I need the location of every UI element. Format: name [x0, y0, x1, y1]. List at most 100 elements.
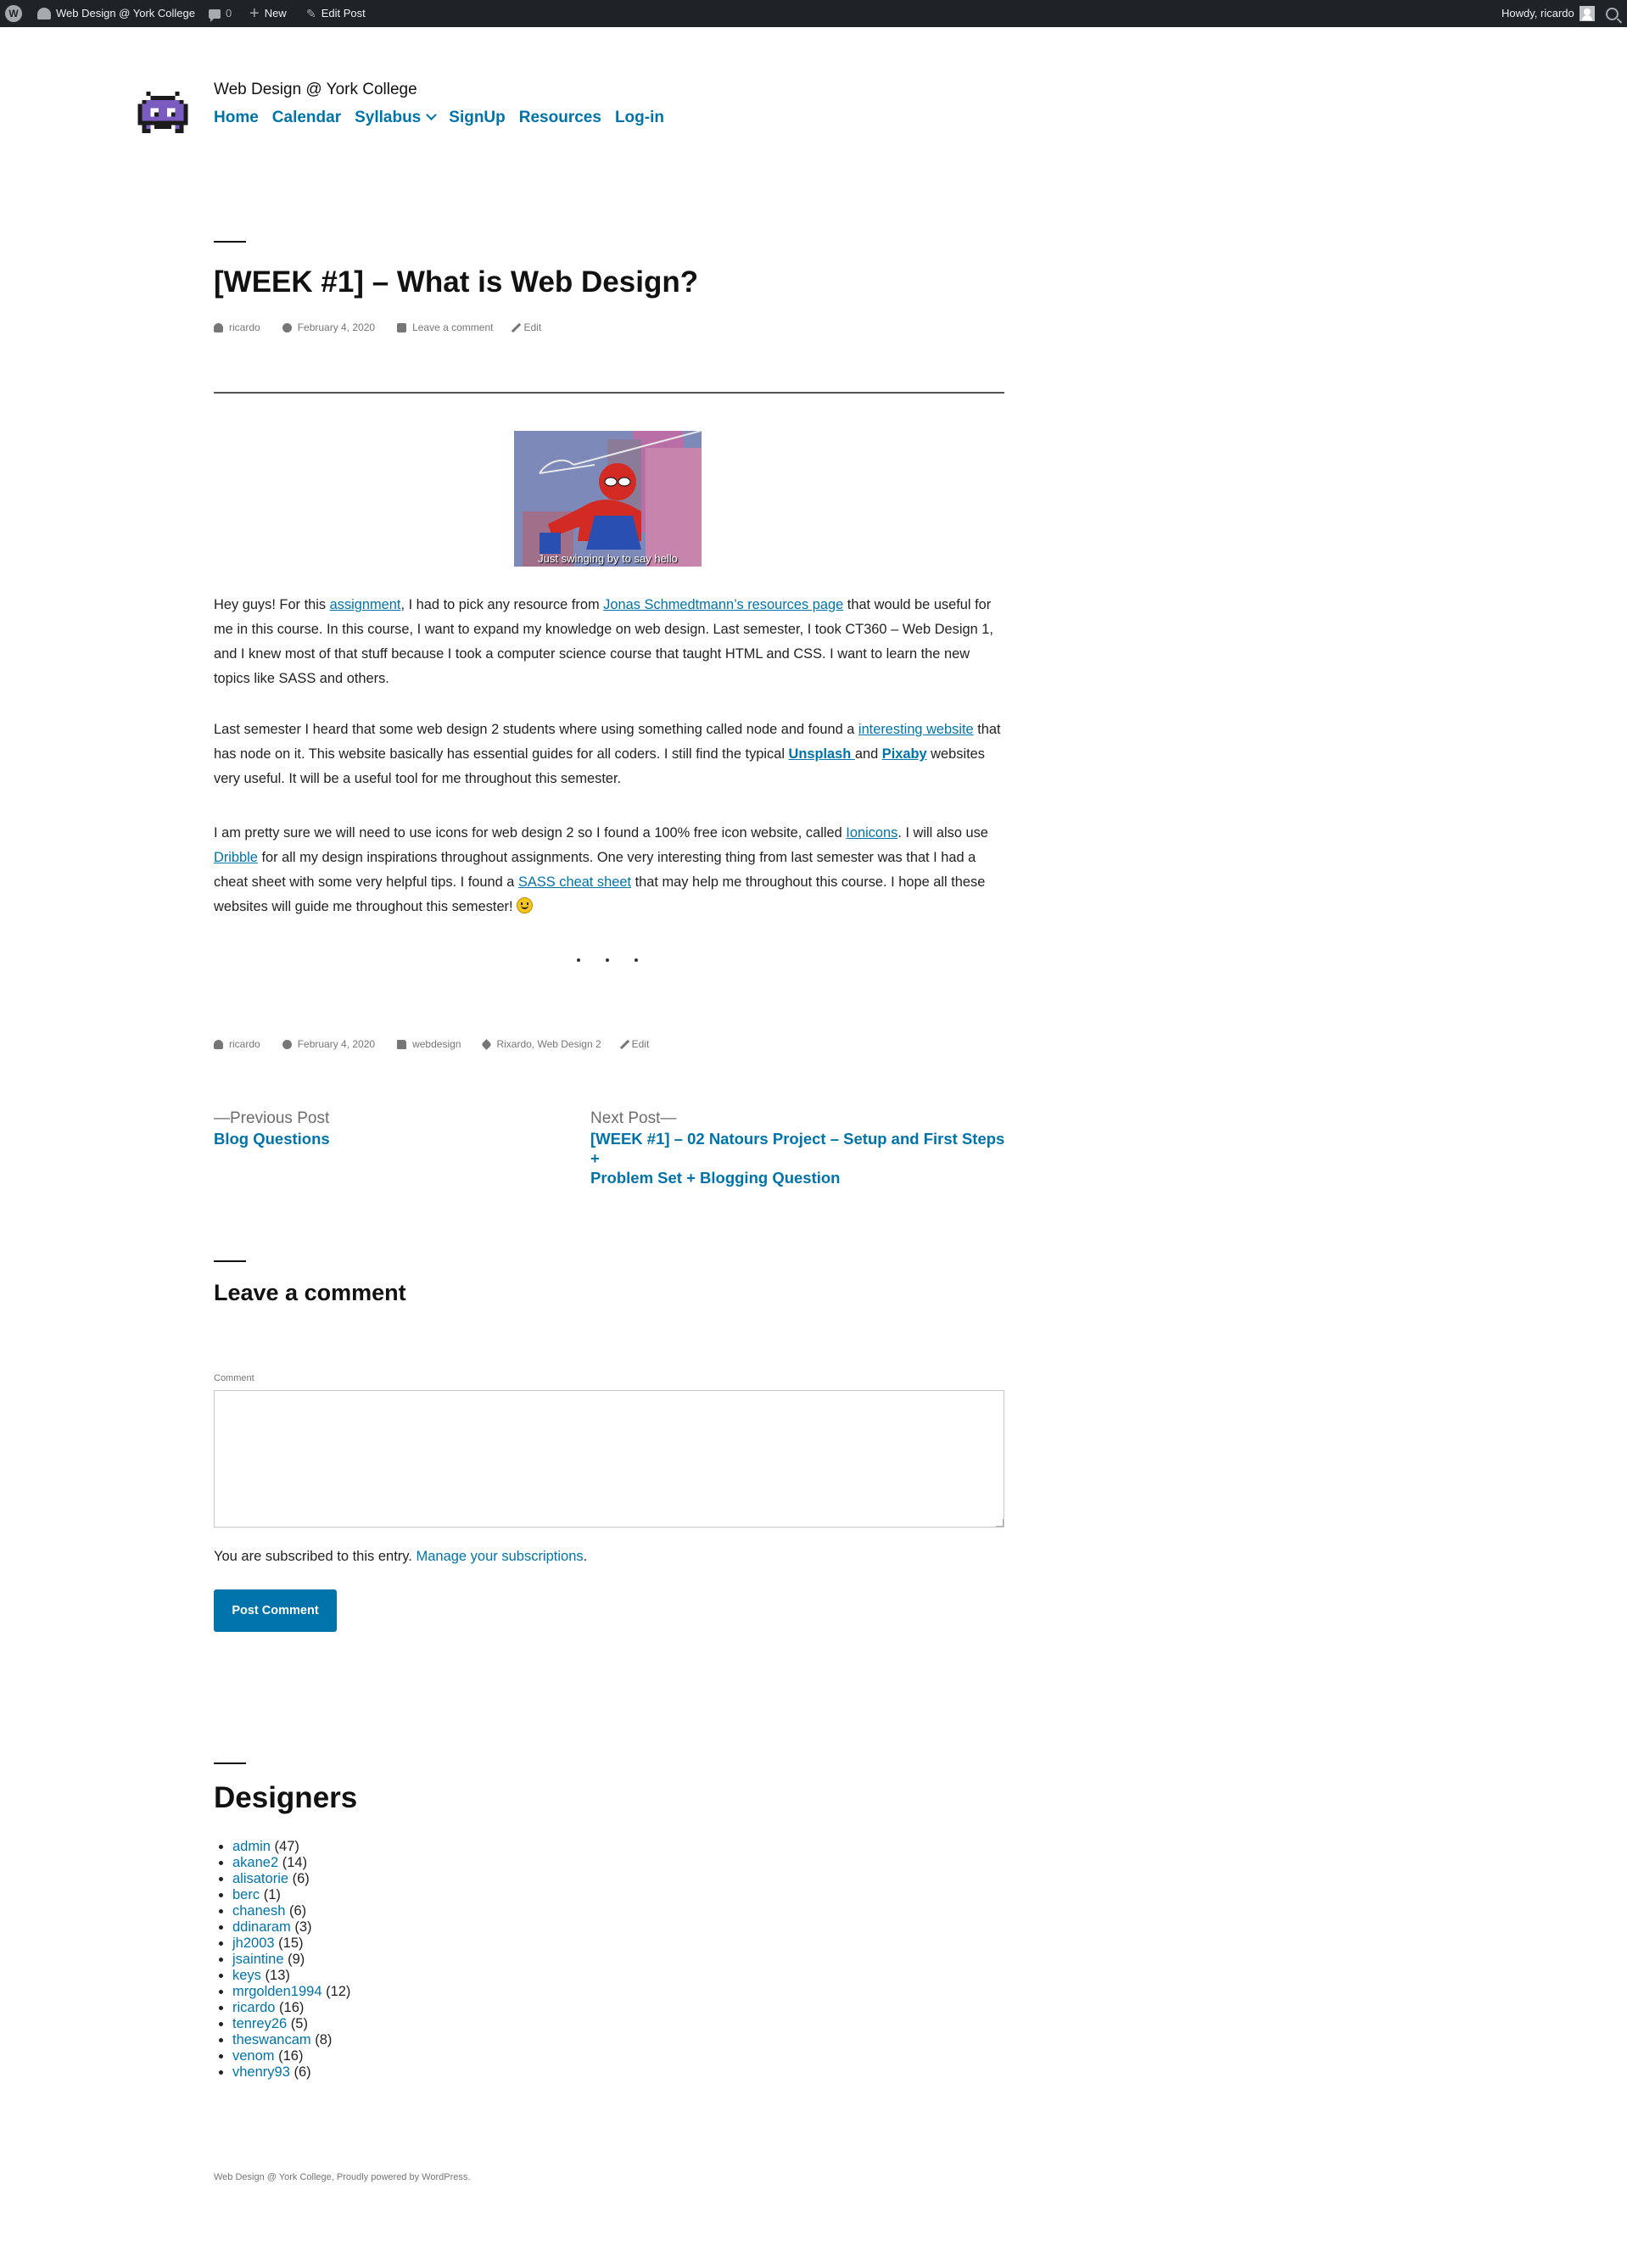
- primary-nav: Home Calendar Syllabus SignUp Resources …: [214, 109, 664, 127]
- designer-link[interactable]: ricardo: [232, 2000, 275, 2015]
- previous-post-label: —Previous Post: [214, 1109, 330, 1127]
- designer-link[interactable]: mrgolden1994: [232, 1984, 322, 1999]
- resize-handle-icon[interactable]: [996, 1519, 1004, 1527]
- designer-count: (15): [274, 1936, 304, 1951]
- previous-post-link[interactable]: Blog Questions: [214, 1129, 330, 1148]
- admin-bar-site-link[interactable]: Web Design @ York College: [37, 0, 195, 27]
- post-meta-top: ricardo February 4, 2020 Leave a comment…: [214, 321, 563, 333]
- designer-link[interactable]: berc: [232, 1887, 260, 1902]
- designer-link[interactable]: admin: [232, 1839, 271, 1854]
- designer-link[interactable]: tenrey26: [232, 2016, 287, 2031]
- admin-bar-new[interactable]: + New: [249, 0, 287, 27]
- pixaby-link[interactable]: Pixaby: [882, 746, 927, 762]
- list-item: admin (47): [232, 1839, 350, 1855]
- designers-list: admin (47) akane2 (14) alisatorie (6) be…: [214, 1839, 350, 2081]
- designer-link[interactable]: alisatorie: [232, 1871, 288, 1886]
- designer-count: (12): [321, 1984, 351, 1999]
- next-post-title-2: Problem Set + Blogging Question: [590, 1169, 841, 1187]
- admin-bar-search[interactable]: [1606, 0, 1619, 27]
- list-item: berc (1): [232, 1887, 350, 1903]
- list-item: jh2003 (15): [232, 1936, 350, 1952]
- designer-count: (14): [278, 1855, 308, 1870]
- site-footer: Web Design @ York College, Proudly power…: [214, 2172, 471, 2182]
- post-date-link[interactable]: February 4, 2020: [298, 321, 375, 333]
- dribble-link[interactable]: Dribble: [214, 850, 258, 865]
- list-item: mrgolden1994 (12): [232, 1984, 350, 2000]
- designer-count: (13): [260, 1968, 290, 1983]
- p1-text-2: , I had to pick any resource from: [400, 597, 604, 612]
- nav-login[interactable]: Log-in: [615, 109, 664, 127]
- comment-textarea[interactable]: [214, 1390, 1004, 1528]
- list-item: vhenry93 (6): [232, 2064, 350, 2081]
- admin-bar: Web Design @ York College 0 + New ✎ Edit…: [0, 0, 1627, 27]
- site-logo-icon[interactable]: [137, 92, 188, 137]
- designer-link[interactable]: jsaintine: [232, 1952, 284, 1967]
- unsplash-link[interactable]: Unsplash: [789, 746, 855, 762]
- next-post-link[interactable]: [WEEK #1] – 02 Natours Project – Setup a…: [590, 1129, 1015, 1187]
- nav-syllabus[interactable]: Syllabus: [355, 109, 438, 127]
- nav-calendar[interactable]: Calendar: [272, 109, 341, 127]
- tags-links[interactable]: Rixardo, Web Design 2: [496, 1038, 601, 1050]
- admin-bar-comments[interactable]: 0: [209, 0, 232, 27]
- author-icon: [214, 322, 223, 332]
- post-paragraph-1: Hey guys! For this assignment, I had to …: [214, 593, 1007, 691]
- comment-divider: [214, 1260, 246, 1262]
- sass-cheat-sheet-link[interactable]: SASS cheat sheet: [518, 874, 631, 890]
- wordpress-logo-icon: [5, 5, 22, 22]
- ionicons-link[interactable]: Ionicons: [846, 825, 897, 841]
- designer-link[interactable]: ddinaram: [232, 1919, 291, 1935]
- post-paragraph-2: Last semester I heard that some web desi…: [214, 718, 1007, 791]
- designer-count: (9): [283, 1952, 305, 1967]
- assignment-link[interactable]: assignment: [330, 597, 401, 612]
- jonas-resources-link[interactable]: Jonas Schmedtmann’s resources page: [603, 597, 843, 612]
- designer-link[interactable]: theswancam: [232, 2032, 311, 2047]
- chevron-down-icon: [426, 109, 438, 120]
- footer-edit-link[interactable]: Edit: [632, 1038, 650, 1050]
- p2-text-3: and: [854, 746, 882, 762]
- list-item: ricardo (16): [232, 2000, 350, 2016]
- designer-link[interactable]: chanesh: [232, 1903, 285, 1919]
- p2-text-1: Last semester I heard that some web desi…: [214, 722, 858, 737]
- footer-author-link[interactable]: ricardo: [229, 1038, 260, 1050]
- subscription-notice: You are subscribed to this entry. Manage…: [214, 1549, 587, 1565]
- post-author-link[interactable]: ricardo: [229, 321, 260, 333]
- edit-icon: [619, 1039, 629, 1049]
- nav-home[interactable]: Home: [214, 109, 259, 127]
- designer-count: (5): [287, 2016, 308, 2031]
- pencil-icon: ✎: [306, 7, 316, 20]
- leave-comment-link[interactable]: Leave a comment: [412, 321, 493, 333]
- designer-link[interactable]: keys: [232, 1968, 261, 1983]
- search-icon: [1606, 7, 1619, 20]
- next-post-title-1: [WEEK #1] – 02 Natours Project – Setup a…: [590, 1130, 1005, 1167]
- admin-bar-account[interactable]: Howdy, ricardo: [1501, 0, 1595, 27]
- nav-signup[interactable]: SignUp: [449, 109, 506, 127]
- designer-link[interactable]: venom: [232, 2048, 275, 2064]
- tag-icon: [481, 1038, 493, 1050]
- manage-subscriptions-link[interactable]: Manage your subscriptions: [416, 1549, 583, 1564]
- edit-post-link[interactable]: Edit: [523, 321, 541, 333]
- edit-icon: [512, 322, 522, 332]
- post-comment-button[interactable]: Post Comment: [214, 1589, 337, 1632]
- footer-date-link[interactable]: February 4, 2020: [298, 1038, 375, 1050]
- avatar-icon: [1579, 6, 1595, 21]
- site-title[interactable]: Web Design @ York College: [214, 81, 417, 99]
- nav-resources[interactable]: Resources: [519, 109, 601, 127]
- interesting-website-link[interactable]: interesting website: [858, 722, 974, 737]
- list-item: venom (16): [232, 2048, 350, 2064]
- post-meta-bottom: ricardo February 4, 2020 webdesign Rixar…: [214, 1038, 671, 1050]
- content-divider: [214, 392, 1004, 394]
- list-item: akane2 (14): [232, 1855, 350, 1871]
- dashboard-icon: [37, 8, 51, 20]
- designers-heading: Designers: [214, 1781, 358, 1814]
- designer-link[interactable]: akane2: [232, 1855, 278, 1870]
- designer-count: (16): [275, 2000, 305, 2015]
- admin-bar-edit-post[interactable]: ✎ Edit Post: [306, 0, 366, 27]
- designer-link[interactable]: vhenry93: [232, 2064, 290, 2080]
- separator-dots: [577, 958, 638, 962]
- designer-link[interactable]: jh2003: [232, 1936, 275, 1951]
- category-link[interactable]: webdesign: [412, 1038, 461, 1050]
- list-item: keys (13): [232, 1968, 350, 1984]
- nav-syllabus-label: Syllabus: [355, 109, 422, 126]
- designer-count: (16): [274, 2048, 304, 2064]
- wordpress-logo-button[interactable]: [5, 0, 22, 27]
